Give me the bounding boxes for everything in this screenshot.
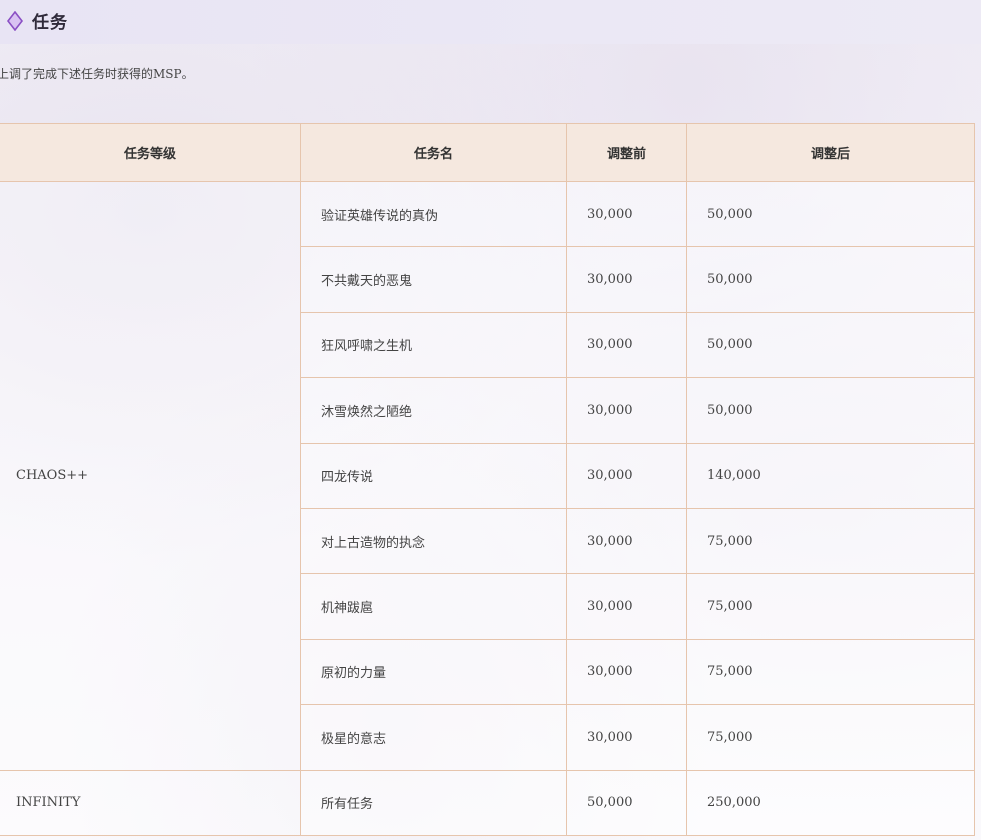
after-value-cell: 50,000 <box>686 377 975 444</box>
after-value-cell: 140,000 <box>686 442 975 509</box>
before-value-cell: 30,000 <box>566 246 687 313</box>
mission-name-cell: 验证英雄传说的真伪 <box>300 180 567 248</box>
section-header: 任务 <box>0 0 981 44</box>
mission-name-cell: 机神跋扈 <box>300 573 567 640</box>
mission-name-cell: 沐雪焕然之陋绝 <box>300 377 567 444</box>
mission-name-cell: 极星的意志 <box>300 704 567 771</box>
mission-name-cell: 不共戴天的恶鬼 <box>300 246 567 313</box>
before-value-cell: 30,000 <box>566 311 687 379</box>
before-value-cell: 30,000 <box>566 507 687 575</box>
after-value-cell: 75,000 <box>686 507 975 575</box>
mission-name-cell: 狂风呼啸之生机 <box>300 311 567 379</box>
before-value-cell: 50,000 <box>566 769 687 836</box>
before-value-cell: 30,000 <box>566 704 687 771</box>
intro-text: 上调了完成下述任务时获得的MSP。 <box>0 67 194 81</box>
mission-name-cell: 所有任务 <box>300 769 567 836</box>
column-header-before: 调整前 <box>566 123 687 182</box>
before-value-cell: 30,000 <box>566 442 687 509</box>
after-value-cell: 50,000 <box>686 246 975 313</box>
diamond-icon <box>7 11 23 31</box>
mission-name-cell: 四龙传说 <box>300 442 567 509</box>
after-value-cell: 50,000 <box>686 180 975 248</box>
level-cell-infinity: INFINITY <box>0 769 301 836</box>
after-value-cell: 75,000 <box>686 704 975 771</box>
column-header-name: 任务名 <box>300 123 567 182</box>
table-row: CHAOS++ 验证英雄传说的真伪 30,000 50,000 <box>0 180 975 771</box>
before-value-cell: 30,000 <box>566 180 687 248</box>
table-row: INFINITY 所有任务 50,000 250,000 <box>0 769 975 836</box>
mission-name-cell: 对上古造物的执念 <box>300 507 567 575</box>
after-value-cell: 75,000 <box>686 638 975 706</box>
mission-name-cell: 原初的力量 <box>300 638 567 706</box>
before-value-cell: 30,000 <box>566 573 687 640</box>
before-value-cell: 30,000 <box>566 377 687 444</box>
mission-table: 任务等级 任务名 调整前 调整后 CHAOS++ 验证英雄传说的真伪 30,00… <box>0 123 975 836</box>
after-value-cell: 50,000 <box>686 311 975 379</box>
column-header-level: 任务等级 <box>0 123 301 182</box>
section-title: 任务 <box>32 13 68 33</box>
before-value-cell: 30,000 <box>566 638 687 706</box>
after-value-cell: 75,000 <box>686 573 975 640</box>
table-header-row: 任务等级 任务名 调整前 调整后 <box>0 123 975 182</box>
column-header-after: 调整后 <box>686 123 975 182</box>
after-value-cell: 250,000 <box>686 769 975 836</box>
level-cell-chaos: CHAOS++ <box>0 181 301 771</box>
